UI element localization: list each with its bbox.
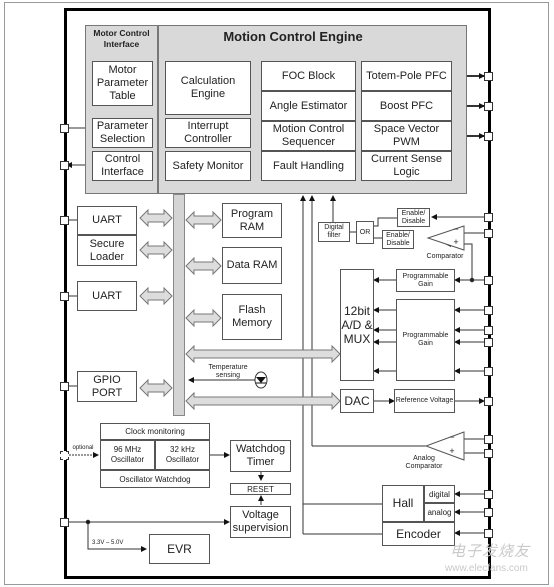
analog-comparator-plus: +	[449, 446, 455, 456]
safety-monitor[interactable]: Safety Monitor	[165, 151, 251, 181]
parameter-selection[interactable]: Parameter Selection	[92, 118, 153, 148]
oscillator-96mhz[interactable]: 96 MHz Oscillator	[100, 440, 155, 470]
temperature-sensing-label: Temperature sensing	[208, 364, 248, 379]
programmable-gain-2[interactable]: Programmable Gain	[396, 299, 455, 381]
pin-totem-pole[interactable]	[484, 72, 493, 81]
reference-voltage[interactable]: Reference Voltage	[394, 389, 455, 413]
boost-pfc[interactable]: Boost PFC	[361, 91, 452, 121]
hall[interactable]: Hall	[382, 485, 424, 522]
hall-analog[interactable]: analog	[424, 503, 455, 522]
programmable-gain-1[interactable]: Programmable Gain	[396, 269, 455, 292]
gpio-port[interactable]: GPIO PORT	[77, 371, 137, 402]
pin-adc-3[interactable]	[484, 338, 493, 347]
comparator-plus: +	[453, 237, 459, 247]
adc-mux[interactable]: 12bit A/D & MUX	[340, 269, 374, 381]
pin-svpwm[interactable]	[484, 132, 493, 141]
calculation-engine[interactable]: Calculation Engine	[165, 61, 251, 115]
internal-bus	[173, 194, 185, 416]
comparator-label: Comparator	[426, 253, 464, 260]
digital-filter[interactable]: Digital filter	[318, 222, 350, 242]
reset[interactable]: RESET	[230, 483, 291, 495]
pin-param-selection[interactable]	[60, 124, 69, 133]
pin-analog-comp-plus[interactable]	[484, 449, 493, 458]
watermark-url: www.elecfans.com	[445, 563, 528, 574]
voltage-supervision[interactable]: Voltage supervision	[230, 506, 291, 538]
program-ram[interactable]: Program RAM	[222, 203, 282, 238]
pin-optional-clock[interactable]	[60, 451, 69, 460]
encoder[interactable]: Encoder	[382, 522, 455, 546]
pin-enable[interactable]	[484, 213, 493, 222]
motor-parameter-table[interactable]: Motor Parameter Table	[92, 61, 153, 106]
pin-gain-1[interactable]	[484, 276, 493, 285]
analog-comparator-label: Analog Comparator	[405, 455, 443, 470]
pin-reference[interactable]	[484, 397, 493, 406]
pin-adc-2[interactable]	[484, 326, 493, 335]
watchdog-timer[interactable]: Watchdog Timer	[230, 440, 291, 472]
pin-supply[interactable]	[60, 518, 69, 527]
oscillator-watchdog: Oscillator Watchdog	[100, 470, 210, 488]
mce-title: Motion Control Engine	[223, 29, 363, 44]
pin-uart-1[interactable]	[60, 216, 69, 225]
analog-comparator-minus: −	[449, 432, 455, 442]
comparator-minus: −	[453, 224, 459, 234]
supply-range-label: 3.3V – 5.0V	[92, 540, 124, 546]
totem-pole-pfc[interactable]: Totem-Pole PFC	[361, 61, 452, 91]
flash-memory[interactable]: Flash Memory	[222, 294, 282, 340]
pin-gpio[interactable]	[60, 382, 69, 391]
fault-handling[interactable]: Fault Handling	[261, 151, 356, 181]
secure-loader[interactable]: Secure Loader	[77, 235, 137, 266]
pin-encoder[interactable]	[484, 529, 493, 538]
space-vector-pwm[interactable]: Space Vector PWM	[361, 121, 452, 151]
pin-hall-analog[interactable]	[484, 508, 493, 517]
data-ram[interactable]: Data RAM	[222, 247, 282, 284]
current-sense-logic[interactable]: Current Sense Logic	[361, 151, 452, 181]
enable-disable-1[interactable]: Enable/ Disable	[397, 208, 430, 227]
pin-adc-4[interactable]	[484, 367, 493, 376]
control-interface[interactable]: Control Interface	[92, 151, 153, 181]
clock-monitoring: Clock monitoring	[100, 423, 210, 440]
enable-disable-2[interactable]: Enable/ Disable	[382, 230, 414, 249]
pin-control-interface[interactable]	[60, 161, 69, 170]
pin-adc-1[interactable]	[484, 306, 493, 315]
motion-control-sequencer[interactable]: Motion Control Sequencer	[261, 121, 356, 151]
pin-hall-digital[interactable]	[484, 490, 493, 499]
dac[interactable]: DAC	[340, 389, 374, 413]
angle-estimator[interactable]: Angle Estimator	[261, 91, 356, 121]
or-gate: OR	[356, 221, 374, 244]
foc-block[interactable]: FOC Block	[261, 61, 356, 91]
interrupt-controller[interactable]: Interrupt Controller	[165, 118, 251, 148]
pin-comparator-minus[interactable]	[484, 229, 493, 238]
pin-uart-2[interactable]	[60, 292, 69, 301]
uart-1[interactable]: UART	[77, 206, 137, 235]
mci-title: Motor Control Interface	[93, 28, 150, 49]
optional-label: optional	[72, 445, 94, 451]
uart-2[interactable]: UART	[77, 281, 137, 311]
evr[interactable]: EVR	[149, 534, 210, 564]
oscillator-32khz[interactable]: 32 kHz Oscillator	[155, 440, 210, 470]
hall-digital[interactable]: digital	[424, 485, 455, 503]
pin-analog-comp-minus[interactable]	[484, 435, 493, 444]
watermark-cn: 电子发烧友	[450, 543, 531, 560]
pin-boost[interactable]	[484, 102, 493, 111]
